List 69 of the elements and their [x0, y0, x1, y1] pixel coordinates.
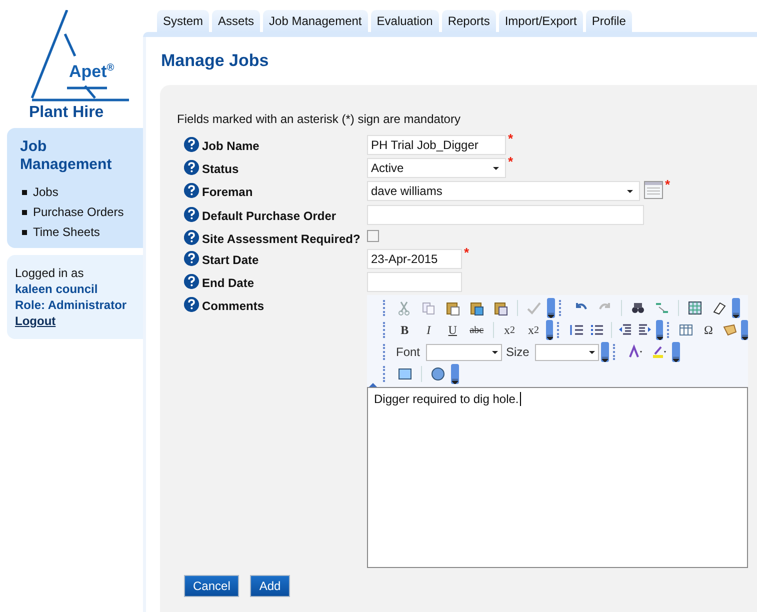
- toolbar-more-icon[interactable]: [546, 320, 553, 340]
- text-field[interactable]: 23-Apr-2015: [367, 249, 462, 269]
- nav-tab[interactable]: Job Management: [263, 10, 368, 32]
- text-field[interactable]: [367, 272, 462, 292]
- toolbar-more-icon[interactable]: [451, 364, 459, 384]
- nav-tab[interactable]: System: [157, 10, 210, 32]
- required-mark: *: [464, 248, 470, 258]
- field-label: Default Purchase Order: [202, 208, 336, 223]
- comments-editor[interactable]: Digger required to dig hole.: [367, 387, 748, 568]
- field-label: Comments: [202, 298, 264, 313]
- nav-tab[interactable]: Profile: [586, 10, 632, 32]
- toolbar-more-icon[interactable]: [656, 320, 663, 340]
- logout-link[interactable]: Logout: [15, 313, 56, 329]
- cancel-button[interactable]: Cancel: [184, 575, 240, 597]
- field-label: Foreman: [202, 184, 253, 199]
- toolbar-more-icon[interactable]: [601, 342, 610, 362]
- dropdown-field[interactable]: Active: [367, 158, 506, 178]
- bullet-icon: [22, 190, 27, 194]
- list-icon[interactable]: [644, 181, 663, 202]
- strikethrough-button[interactable]: abc: [466, 320, 488, 340]
- dropdown-field[interactable]: dave williams: [367, 181, 640, 201]
- menu-link[interactable]: Time Sheets: [33, 225, 100, 239]
- required-mark: *: [508, 157, 514, 167]
- help-icon[interactable]: [184, 207, 199, 222]
- required-mark: *: [665, 180, 670, 190]
- symbol-button[interactable]: Ω: [697, 320, 720, 340]
- menu-link[interactable]: Purchase Orders: [33, 205, 124, 219]
- font-label: Font: [396, 345, 420, 359]
- brand-subtitle: Plant Hire: [29, 104, 104, 122]
- toolbar-more-icon[interactable]: [732, 298, 740, 318]
- bold-button[interactable]: B: [394, 320, 416, 340]
- help-icon[interactable]: [184, 274, 199, 289]
- editor-text: Digger required to dig hole.: [374, 392, 521, 406]
- help-icon[interactable]: [184, 137, 199, 152]
- field-label: Site Assessment Required?: [202, 231, 360, 246]
- nav-tab[interactable]: Evaluation: [370, 10, 439, 32]
- bullet-icon: [22, 210, 27, 214]
- help-icon[interactable]: [184, 160, 199, 175]
- text-field[interactable]: PH Trial Job_Digger: [367, 135, 506, 155]
- user-name: kaleen council: [15, 281, 98, 297]
- brand-name: Apet$^{®}$: [69, 62, 114, 82]
- required-mark: *: [508, 134, 514, 144]
- menu-title: Job Management: [20, 138, 113, 174]
- help-icon[interactable]: [184, 183, 199, 198]
- help-icon[interactable]: [184, 297, 199, 312]
- bullet-icon: [22, 230, 27, 234]
- field-label: Start Date: [202, 252, 259, 267]
- add-button[interactable]: Add: [250, 575, 290, 597]
- italic-button[interactable]: I: [418, 320, 440, 340]
- text-field[interactable]: [367, 205, 644, 225]
- field-label: Job Name: [202, 138, 260, 153]
- help-icon[interactable]: [184, 251, 199, 266]
- nav-tab[interactable]: Assets: [212, 10, 260, 32]
- login-label: Logged in as: [15, 265, 84, 281]
- toolbar-more-icon[interactable]: [672, 342, 680, 362]
- nav-tab[interactable]: Reports: [442, 10, 496, 32]
- nav-tab[interactable]: Import/Export: [498, 10, 583, 32]
- size-label: Size: [506, 345, 530, 359]
- field-label: Status: [202, 161, 239, 176]
- field-label: End Date: [202, 275, 254, 290]
- mandatory-note: Fields marked with an asterisk (*) sign are mandatory: [177, 112, 462, 126]
- user-role: Role: Administrator: [15, 297, 127, 313]
- underline-button[interactable]: U: [442, 320, 464, 340]
- menu-link[interactable]: Jobs: [33, 185, 58, 199]
- help-icon[interactable]: [184, 230, 199, 245]
- toolbar-more-icon[interactable]: [741, 320, 748, 340]
- checkbox[interactable]: [367, 230, 379, 242]
- toolbar-more-icon[interactable]: [547, 298, 555, 318]
- page-title: Manage Jobs: [161, 50, 270, 72]
